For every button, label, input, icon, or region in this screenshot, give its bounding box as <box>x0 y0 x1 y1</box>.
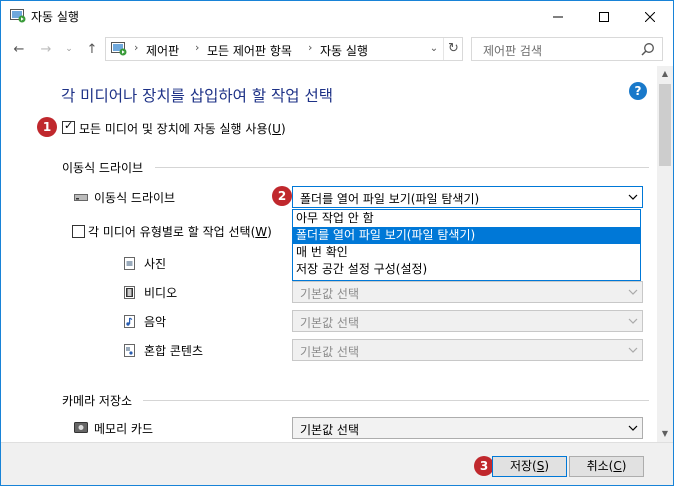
video-icon <box>124 286 135 299</box>
memory-card-action-dropdown[interactable]: 기본값 선택 <box>292 417 643 439</box>
media-label-picture: 사진 <box>144 257 167 271</box>
save-button[interactable]: 저장(S) <box>492 456 567 477</box>
back-arrow-icon: ← <box>13 41 25 57</box>
breadcrumb-all-items[interactable]: 모든 제어판 항목 <box>207 42 292 59</box>
step-badge-2: 2 <box>272 186 292 206</box>
camera-storage-section-title: 카메라 저장소 <box>62 394 133 408</box>
scroll-down-icon[interactable]: ▼ <box>657 426 673 442</box>
removable-drive-section-title: 이동식 드라이브 <box>62 161 144 175</box>
address-dropdown-icon[interactable]: ⌄ <box>427 41 441 57</box>
mixed-content-icon <box>124 344 135 357</box>
control-panel-icon <box>111 42 127 56</box>
title-bar: 자동 실행 <box>1 1 673 32</box>
dropdown-selected-value: 폴더를 열어 파일 보기(파일 탐색기) <box>300 192 480 206</box>
music-icon <box>124 315 135 328</box>
autoplay-app-icon <box>10 9 26 23</box>
navigation-bar: ← → ⌄ ↑ › 제어판 › 모든 제어판 항목 › 자동 실행 ⌄ ↻ 제어… <box>1 32 673 66</box>
search-icon <box>641 43 654 56</box>
removable-drive-options-list: 아무 작업 안 함 폴더를 열어 파일 보기(파일 탐색기) 매 번 확인 저장… <box>292 209 641 281</box>
media-label-music: 음악 <box>144 315 167 329</box>
option-do-nothing[interactable]: 아무 작업 안 함 <box>293 210 640 227</box>
close-icon <box>645 11 655 22</box>
up-arrow-icon: ↑ <box>86 41 98 57</box>
media-label-mixed-content: 혼합 콘텐츠 <box>144 344 204 358</box>
autoplay-settings-panel: 각 미디어나 장치를 삽입하여 할 작업 선택 ? 1 ✓ 모든 미디어 및 장… <box>1 66 657 442</box>
chevron-down-icon <box>628 318 638 324</box>
step-badge-3: 3 <box>474 456 494 476</box>
maximize-button[interactable] <box>581 1 627 32</box>
memory-card-icon <box>74 422 88 433</box>
use-autoplay-label[interactable]: 모든 미디어 및 장치에 자동 실행 사용(U) <box>79 120 286 137</box>
up-button[interactable]: ↑ <box>83 41 101 57</box>
chevron-down-icon <box>628 347 638 353</box>
removable-drive-action-dropdown[interactable]: 폴더를 열어 파일 보기(파일 탐색기) <box>292 186 643 208</box>
dialog-footer: 3 저장(S) 취소(C) <box>1 442 673 485</box>
per-media-type-checkbox[interactable] <box>72 225 85 238</box>
music-action-dropdown[interactable]: 기본값 선택 <box>292 310 643 332</box>
option-open-folder[interactable]: 폴더를 열어 파일 보기(파일 탐색기) <box>293 227 640 244</box>
breadcrumb-separator: › <box>308 41 313 54</box>
breadcrumb-control-panel[interactable]: 제어판 <box>146 42 179 59</box>
vertical-scrollbar[interactable]: ▲ ▼ <box>657 66 673 442</box>
breadcrumb-separator: › <box>195 41 200 54</box>
window-title: 자동 실행 <box>31 10 79 24</box>
autoplay-window: 자동 실행 ← → ⌄ ↑ › 제어판 › 모든 제어판 항목 › 자동 실행 … <box>0 0 674 486</box>
section-divider <box>143 400 649 401</box>
chevron-down-icon <box>628 289 638 295</box>
option-configure-storage[interactable]: 저장 공간 설정 구성(설정) <box>293 261 640 278</box>
chevron-down-icon: ⌄ <box>65 44 73 54</box>
help-icon[interactable]: ? <box>629 82 647 100</box>
step-badge-1: 1 <box>37 117 57 137</box>
forward-button[interactable]: → <box>37 41 55 57</box>
removable-drive-icon <box>74 194 88 201</box>
option-ask-every-time[interactable]: 매 번 확인 <box>293 244 640 261</box>
maximize-icon <box>599 11 609 22</box>
chevron-down-icon <box>628 425 638 431</box>
removable-drive-label: 이동식 드라이브 <box>94 191 176 205</box>
scroll-thumb[interactable] <box>659 84 671 166</box>
cancel-button[interactable]: 취소(C) <box>569 456 644 477</box>
forward-arrow-icon: → <box>40 41 52 57</box>
close-button[interactable] <box>627 1 673 32</box>
chevron-down-icon <box>628 194 638 200</box>
video-action-dropdown[interactable]: 기본값 선택 <box>292 281 643 303</box>
recent-locations-button[interactable]: ⌄ <box>63 41 75 57</box>
memory-card-label: 메모리 카드 <box>94 422 154 436</box>
checkmark-icon: ✓ <box>64 119 74 132</box>
search-placeholder: 제어판 검색 <box>483 44 543 58</box>
minimize-button[interactable] <box>535 1 581 32</box>
per-media-type-label[interactable]: 각 미디어 유형별로 할 작업 선택(W) <box>88 223 272 240</box>
page-heading: 각 미디어나 장치를 삽입하여 할 작업 선택 <box>61 87 333 105</box>
scroll-up-icon[interactable]: ▲ <box>657 66 673 82</box>
use-autoplay-checkbox[interactable]: ✓ <box>62 119 75 134</box>
section-divider <box>155 167 649 168</box>
breadcrumb-separator: › <box>134 41 139 54</box>
media-label-video: 비디오 <box>144 286 178 300</box>
search-box[interactable]: 제어판 검색 <box>471 37 663 61</box>
mixed-content-action-dropdown[interactable]: 기본값 선택 <box>292 339 643 361</box>
minimize-icon <box>553 16 563 17</box>
refresh-icon[interactable]: ↻ <box>443 38 463 60</box>
address-bar[interactable]: › 제어판 › 모든 제어판 항목 › 자동 실행 ⌄ ↻ <box>105 37 463 61</box>
back-button[interactable]: ← <box>10 41 28 57</box>
breadcrumb-autoplay[interactable]: 자동 실행 <box>320 42 368 59</box>
picture-icon <box>124 257 135 270</box>
